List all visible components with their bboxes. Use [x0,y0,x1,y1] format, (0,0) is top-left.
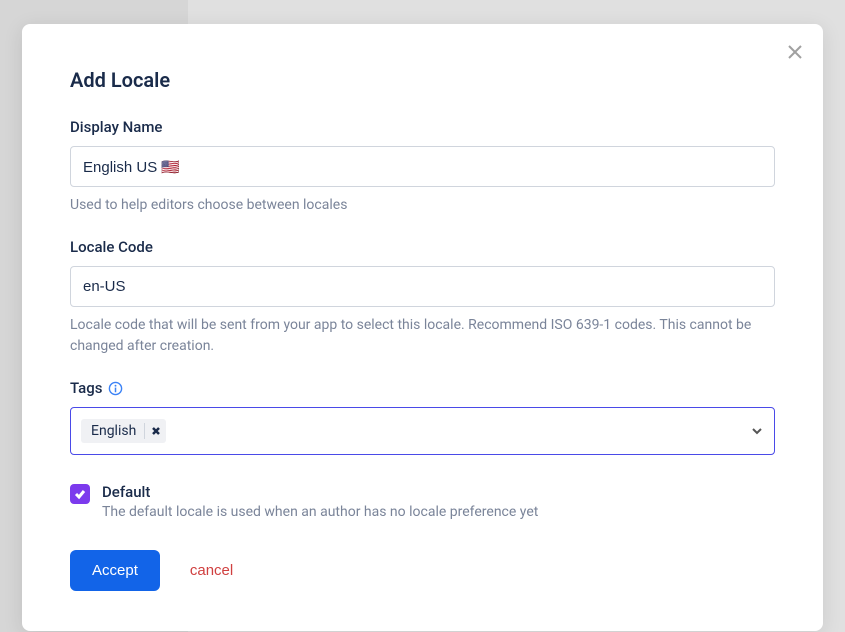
tags-input[interactable]: English [70,407,775,455]
default-checkbox-label: Default [102,483,775,501]
check-icon [74,488,86,500]
default-checkbox-help: The default locale is used when an autho… [102,504,775,520]
tag-chip-label: English [91,423,136,439]
tag-chip: English [81,419,166,443]
info-icon[interactable] [108,381,123,396]
display-name-input[interactable] [70,146,775,187]
add-locale-modal: Add Locale Display Name Used to help edi… [22,24,823,631]
modal-title: Add Locale [70,68,775,92]
cancel-button[interactable]: cancel [190,562,233,579]
locale-code-input[interactable] [70,266,775,307]
close-button[interactable] [785,42,805,62]
tags-label-text: Tags [70,379,102,397]
tags-dropdown-toggle[interactable] [750,424,764,438]
default-checkbox-row: Default The default locale is used when … [70,483,775,520]
default-checkbox[interactable] [70,484,90,504]
accept-button[interactable]: Accept [70,550,160,591]
chevron-down-icon [750,424,764,438]
button-row: Accept cancel [70,550,775,591]
locale-code-field-group: Locale Code Locale code that will be sen… [70,238,775,357]
display-name-label: Display Name [70,118,775,136]
tags-label: Tags [70,379,775,397]
locale-code-help: Locale code that will be sent from your … [70,315,775,357]
tags-container: English [81,419,166,443]
remove-icon [152,427,160,435]
locale-code-label: Locale Code [70,238,775,256]
tag-remove-button[interactable] [144,423,160,439]
tags-field-group: Tags English [70,379,775,455]
close-icon [787,44,803,60]
display-name-field-group: Display Name Used to help editors choose… [70,118,775,216]
default-checkbox-content: Default The default locale is used when … [102,483,775,520]
display-name-help: Used to help editors choose between loca… [70,195,775,216]
